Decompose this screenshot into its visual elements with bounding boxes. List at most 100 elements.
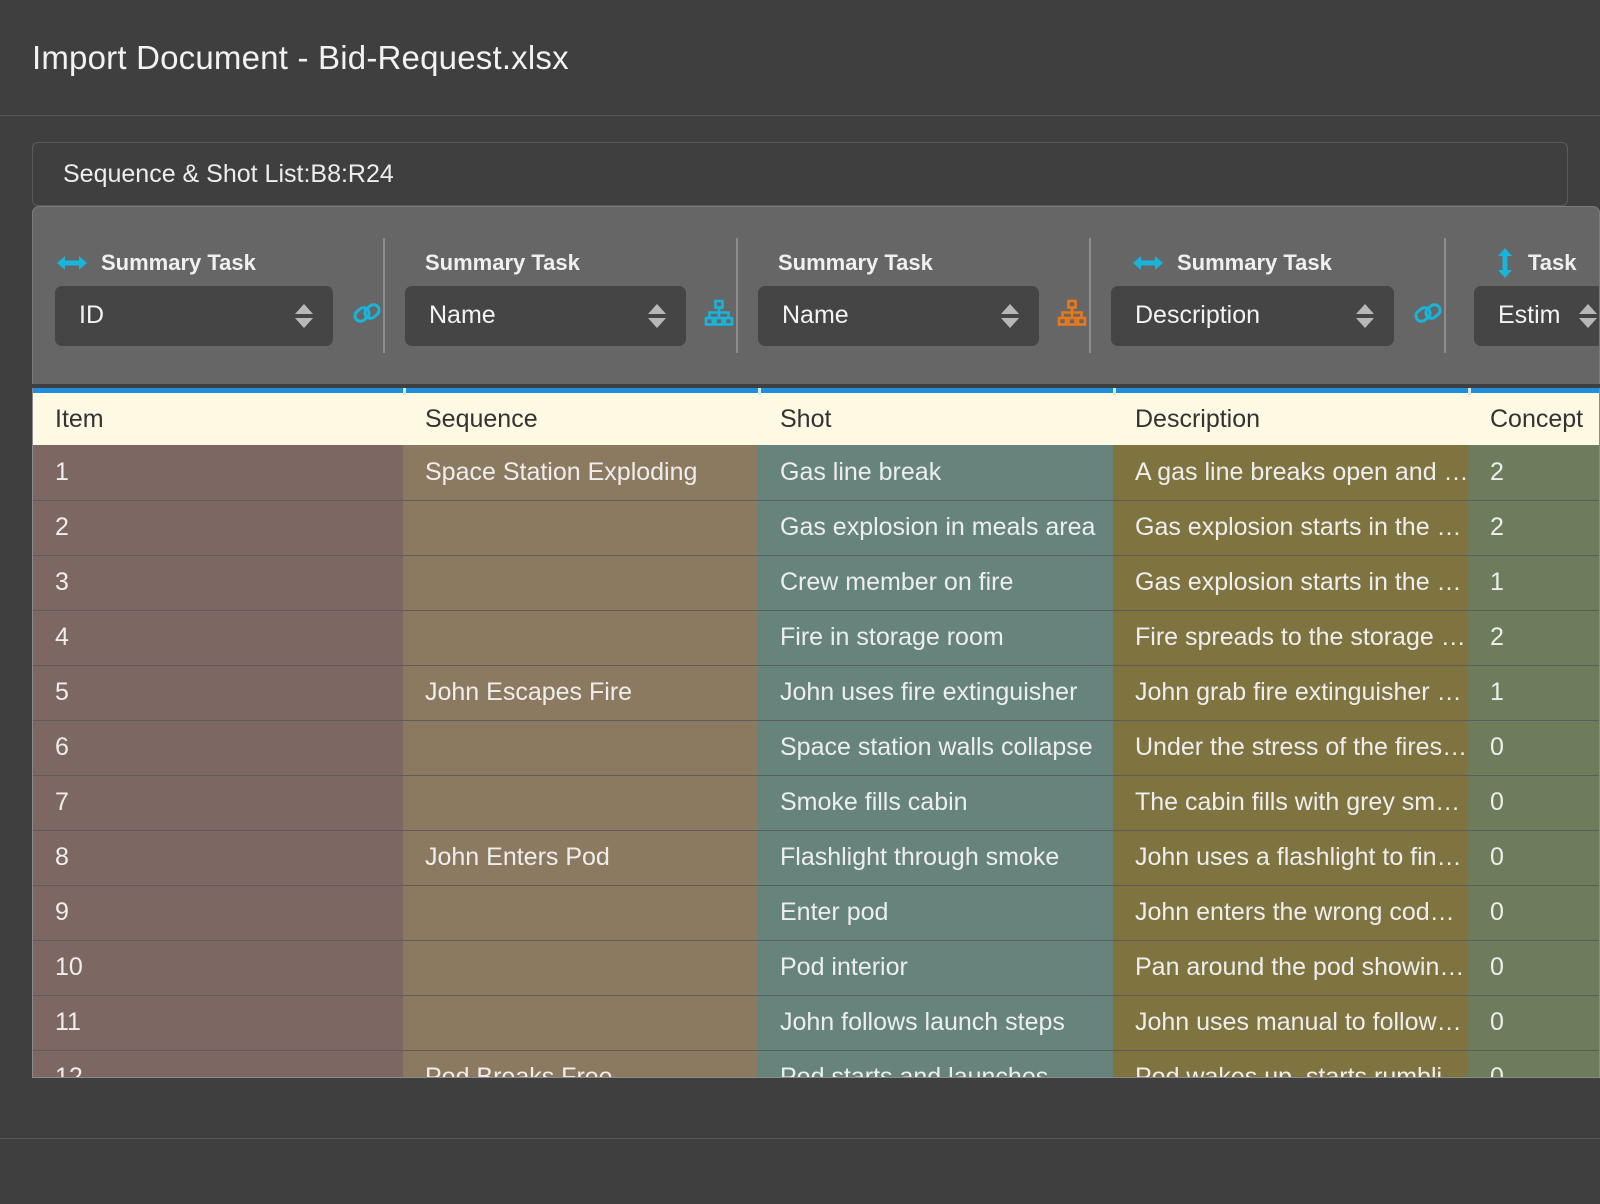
table-cell[interactable]: Space station walls collapse	[758, 720, 1113, 776]
table-cell[interactable]: 1	[33, 445, 403, 501]
table-row[interactable]: 11 John follows launch steps John uses man…	[33, 995, 1599, 1051]
table-cell[interactable]: 4	[33, 610, 403, 666]
table-cell[interactable]: 6	[33, 720, 403, 776]
table-cell[interactable]: Gas explosion starts in the …	[1113, 500, 1468, 556]
table-cell[interactable]: Space Station Exploding	[403, 445, 758, 501]
column-header-4[interactable]: Concept	[1468, 393, 1599, 445]
table-cell[interactable]	[403, 610, 758, 666]
table-cell[interactable]: Pod interior	[758, 940, 1113, 996]
table-cell[interactable]: Pod wakes up, starts rumbli…	[1113, 1050, 1468, 1077]
column-boundary-tick[interactable]	[403, 388, 406, 395]
table-cell[interactable]: Fire spreads to the storage …	[1113, 610, 1468, 666]
mapping-field-select-0[interactable]: ID	[55, 285, 333, 346]
table-cell[interactable]: John follows launch steps	[758, 995, 1113, 1051]
table-cell[interactable]: John uses manual to follow…	[1113, 995, 1468, 1051]
table-cell[interactable]: The cabin fills with grey sm…	[1113, 775, 1468, 831]
table-row[interactable]: 3 Crew member on fire Gas explosion starts…	[33, 555, 1599, 611]
table-cell[interactable]	[403, 775, 758, 831]
table-row[interactable]: 10 Pod interior Pan around the pod showin……	[33, 940, 1599, 996]
column-header-0[interactable]: Item	[33, 393, 403, 445]
table-cell[interactable]: Pan around the pod showin…	[1113, 940, 1468, 996]
table-row[interactable]: 6 Space station walls collapse Under the s…	[33, 720, 1599, 776]
mapping-field-select-4[interactable]: Estim	[1474, 285, 1599, 346]
table-cell[interactable]: 0	[1468, 775, 1599, 831]
table-cell[interactable]: 10	[33, 940, 403, 996]
table-cell[interactable]: Gas explosion in meals area	[758, 500, 1113, 556]
table-cell[interactable]: 9	[33, 885, 403, 941]
table-cell[interactable]: John Escapes Fire	[403, 665, 758, 721]
stepper-arrows-icon[interactable]	[648, 303, 666, 328]
table-cell[interactable]: Smoke fills cabin	[758, 775, 1113, 831]
mapping-relation-button-0[interactable]	[351, 297, 383, 334]
sheet-range-input[interactable]: Sequence & Shot List:B8:R24	[32, 142, 1568, 206]
table-cell[interactable]: 5	[33, 665, 403, 721]
table-row[interactable]: 1 Space Station Exploding Gas line break A …	[33, 445, 1599, 501]
column-boundary-tick[interactable]	[1113, 388, 1116, 395]
stepper-arrows-icon[interactable]	[295, 303, 313, 328]
table-cell[interactable]: John enters the wrong cod…	[1113, 885, 1468, 941]
column-header-2[interactable]: Shot	[758, 393, 1113, 445]
table-cell[interactable]: John uses a flashlight to fin…	[1113, 830, 1468, 886]
mapping-relation-button-1[interactable]	[704, 299, 734, 332]
table-cell[interactable]: 2	[1468, 445, 1599, 501]
mapping-column-2: Summary Task Name	[736, 207, 1089, 384]
mapping-relation-button-2[interactable]	[1057, 299, 1087, 332]
column-boundary-tick[interactable]	[758, 388, 761, 395]
table-cell[interactable]: 0	[1468, 720, 1599, 776]
table-row[interactable]: 8 John Enters Pod Flashlight through smoke…	[33, 830, 1599, 886]
stepper-arrows-icon[interactable]	[1578, 303, 1597, 328]
table-cell[interactable]: John grab fire extinguisher …	[1113, 665, 1468, 721]
table-cell[interactable]: A gas line breaks open and …	[1113, 445, 1468, 501]
mapping-field-select-2[interactable]: Name	[758, 285, 1039, 346]
table-cell[interactable]: 0	[1468, 940, 1599, 996]
stepper-arrows-icon[interactable]	[1356, 303, 1374, 328]
mapping-field-select-1[interactable]: Name	[405, 285, 686, 346]
table-cell[interactable]	[403, 500, 758, 556]
table-cell[interactable]: 0	[1468, 885, 1599, 941]
table-cell[interactable]: 2	[1468, 500, 1599, 556]
stepper-arrows-icon[interactable]	[1001, 303, 1019, 328]
table-cell[interactable]: 0	[1468, 1050, 1599, 1077]
table-row[interactable]: 7 Smoke fills cabin The cabin fills with g…	[33, 775, 1599, 831]
table-cell[interactable]: Under the stress of the fires…	[1113, 720, 1468, 776]
column-header-1[interactable]: Sequence	[403, 393, 758, 445]
mapping-target-label: Summary Task	[778, 249, 933, 275]
mapping-column-controls: Description	[1089, 285, 1444, 346]
table-cell[interactable]	[403, 940, 758, 996]
table-cell[interactable]: 3	[33, 555, 403, 611]
table-cell[interactable]	[403, 555, 758, 611]
mapping-relation-button-3[interactable]	[1412, 297, 1444, 334]
mapping-target-label: Summary Task	[425, 249, 580, 275]
table-cell[interactable]: 11	[33, 995, 403, 1051]
table-cell[interactable]: 1	[1468, 665, 1599, 721]
table-cell[interactable]: 0	[1468, 995, 1599, 1051]
column-boundary-tick[interactable]	[1468, 388, 1471, 395]
mapping-field-select-3[interactable]: Description	[1111, 285, 1394, 346]
table-cell[interactable]: Crew member on fire	[758, 555, 1113, 611]
table-cell[interactable]: Gas explosion starts in the …	[1113, 555, 1468, 611]
table-cell[interactable]: Pod starts and launches	[758, 1050, 1113, 1077]
table-cell[interactable]: 12	[33, 1050, 403, 1077]
table-cell[interactable]: 8	[33, 830, 403, 886]
column-header-3[interactable]: Description	[1113, 393, 1468, 445]
table-cell[interactable]: 7	[33, 775, 403, 831]
table-cell[interactable]: 2	[33, 500, 403, 556]
table-cell[interactable]: 0	[1468, 830, 1599, 886]
table-cell[interactable]: Enter pod	[758, 885, 1113, 941]
table-cell[interactable]: John Enters Pod	[403, 830, 758, 886]
table-cell[interactable]: Pod Breaks Free	[403, 1050, 758, 1077]
table-cell[interactable]: John uses fire extinguisher	[758, 665, 1113, 721]
table-cell[interactable]	[403, 720, 758, 776]
table-cell[interactable]: Fire in storage room	[758, 610, 1113, 666]
table-cell[interactable]: 2	[1468, 610, 1599, 666]
table-cell[interactable]: Gas line break	[758, 445, 1113, 501]
table-row[interactable]: 12 Pod Breaks Free Pod starts and launches…	[33, 1050, 1599, 1077]
table-row[interactable]: 9 Enter pod John enters the wrong cod… 0	[33, 885, 1599, 941]
table-row[interactable]: 4 Fire in storage room Fire spreads to the…	[33, 610, 1599, 666]
table-row[interactable]: 5 John Escapes Fire John uses fire extingu…	[33, 665, 1599, 721]
table-row[interactable]: 2 Gas explosion in meals area Gas explosio…	[33, 500, 1599, 556]
table-cell[interactable]: Flashlight through smoke	[758, 830, 1113, 886]
table-cell[interactable]: 1	[1468, 555, 1599, 611]
table-cell[interactable]	[403, 995, 758, 1051]
table-cell[interactable]	[403, 885, 758, 941]
